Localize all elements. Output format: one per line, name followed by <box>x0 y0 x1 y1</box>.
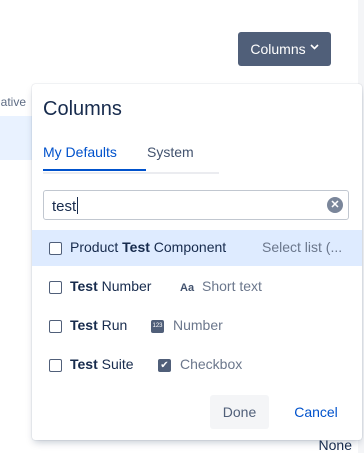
search-input-value: test <box>52 197 79 215</box>
columns-button[interactable]: Columns <box>238 32 331 66</box>
field-type-label: Select list (... <box>262 239 343 255</box>
cancel-button[interactable]: Cancel <box>285 395 347 429</box>
active-tab-indicator <box>43 169 146 171</box>
checkbox[interactable] <box>49 320 62 333</box>
search-input[interactable]: test ✕ <box>43 190 349 220</box>
list-item-label: Test Suite <box>70 356 134 372</box>
list-item-test-suite[interactable]: Test Suite ✔ Checkbox <box>32 347 362 383</box>
number-icon: 123 <box>151 320 164 333</box>
field-type-label: Short text <box>202 278 262 294</box>
selected-row-fragment <box>0 116 32 160</box>
columns-popup: Columns My Defaults System test ✕ Produc… <box>32 84 362 440</box>
popup-title: Columns <box>43 98 122 120</box>
clear-icon[interactable]: ✕ <box>327 197 343 213</box>
column-header-fragment: ative <box>0 95 26 109</box>
chevron-down-icon <box>310 43 319 53</box>
list-item-test-run[interactable]: Test Run 123 Number <box>32 308 362 344</box>
tab-system[interactable]: System <box>147 144 194 170</box>
field-type-label: Checkbox <box>180 356 243 372</box>
columns-button-label: Columns <box>250 41 306 57</box>
checkbox[interactable] <box>49 359 62 372</box>
done-button[interactable]: Done <box>210 395 269 429</box>
short-text-icon: Aa <box>180 282 195 294</box>
list-item-label: Product Test Component <box>70 239 227 255</box>
checkbox-type-icon: ✔ <box>158 359 171 372</box>
list-item-label: Test Number <box>70 278 152 294</box>
checkbox[interactable] <box>49 242 62 255</box>
field-type-label: Number <box>173 317 223 333</box>
tab-my-defaults[interactable]: My Defaults <box>43 144 117 170</box>
list-item-product-test-component[interactable]: Product Test Component Select list (... <box>32 230 362 266</box>
list-item-test-number[interactable]: Test Number Aa Short text <box>32 269 362 305</box>
checkbox[interactable] <box>49 281 62 294</box>
list-item-label: Test Run <box>70 317 128 333</box>
